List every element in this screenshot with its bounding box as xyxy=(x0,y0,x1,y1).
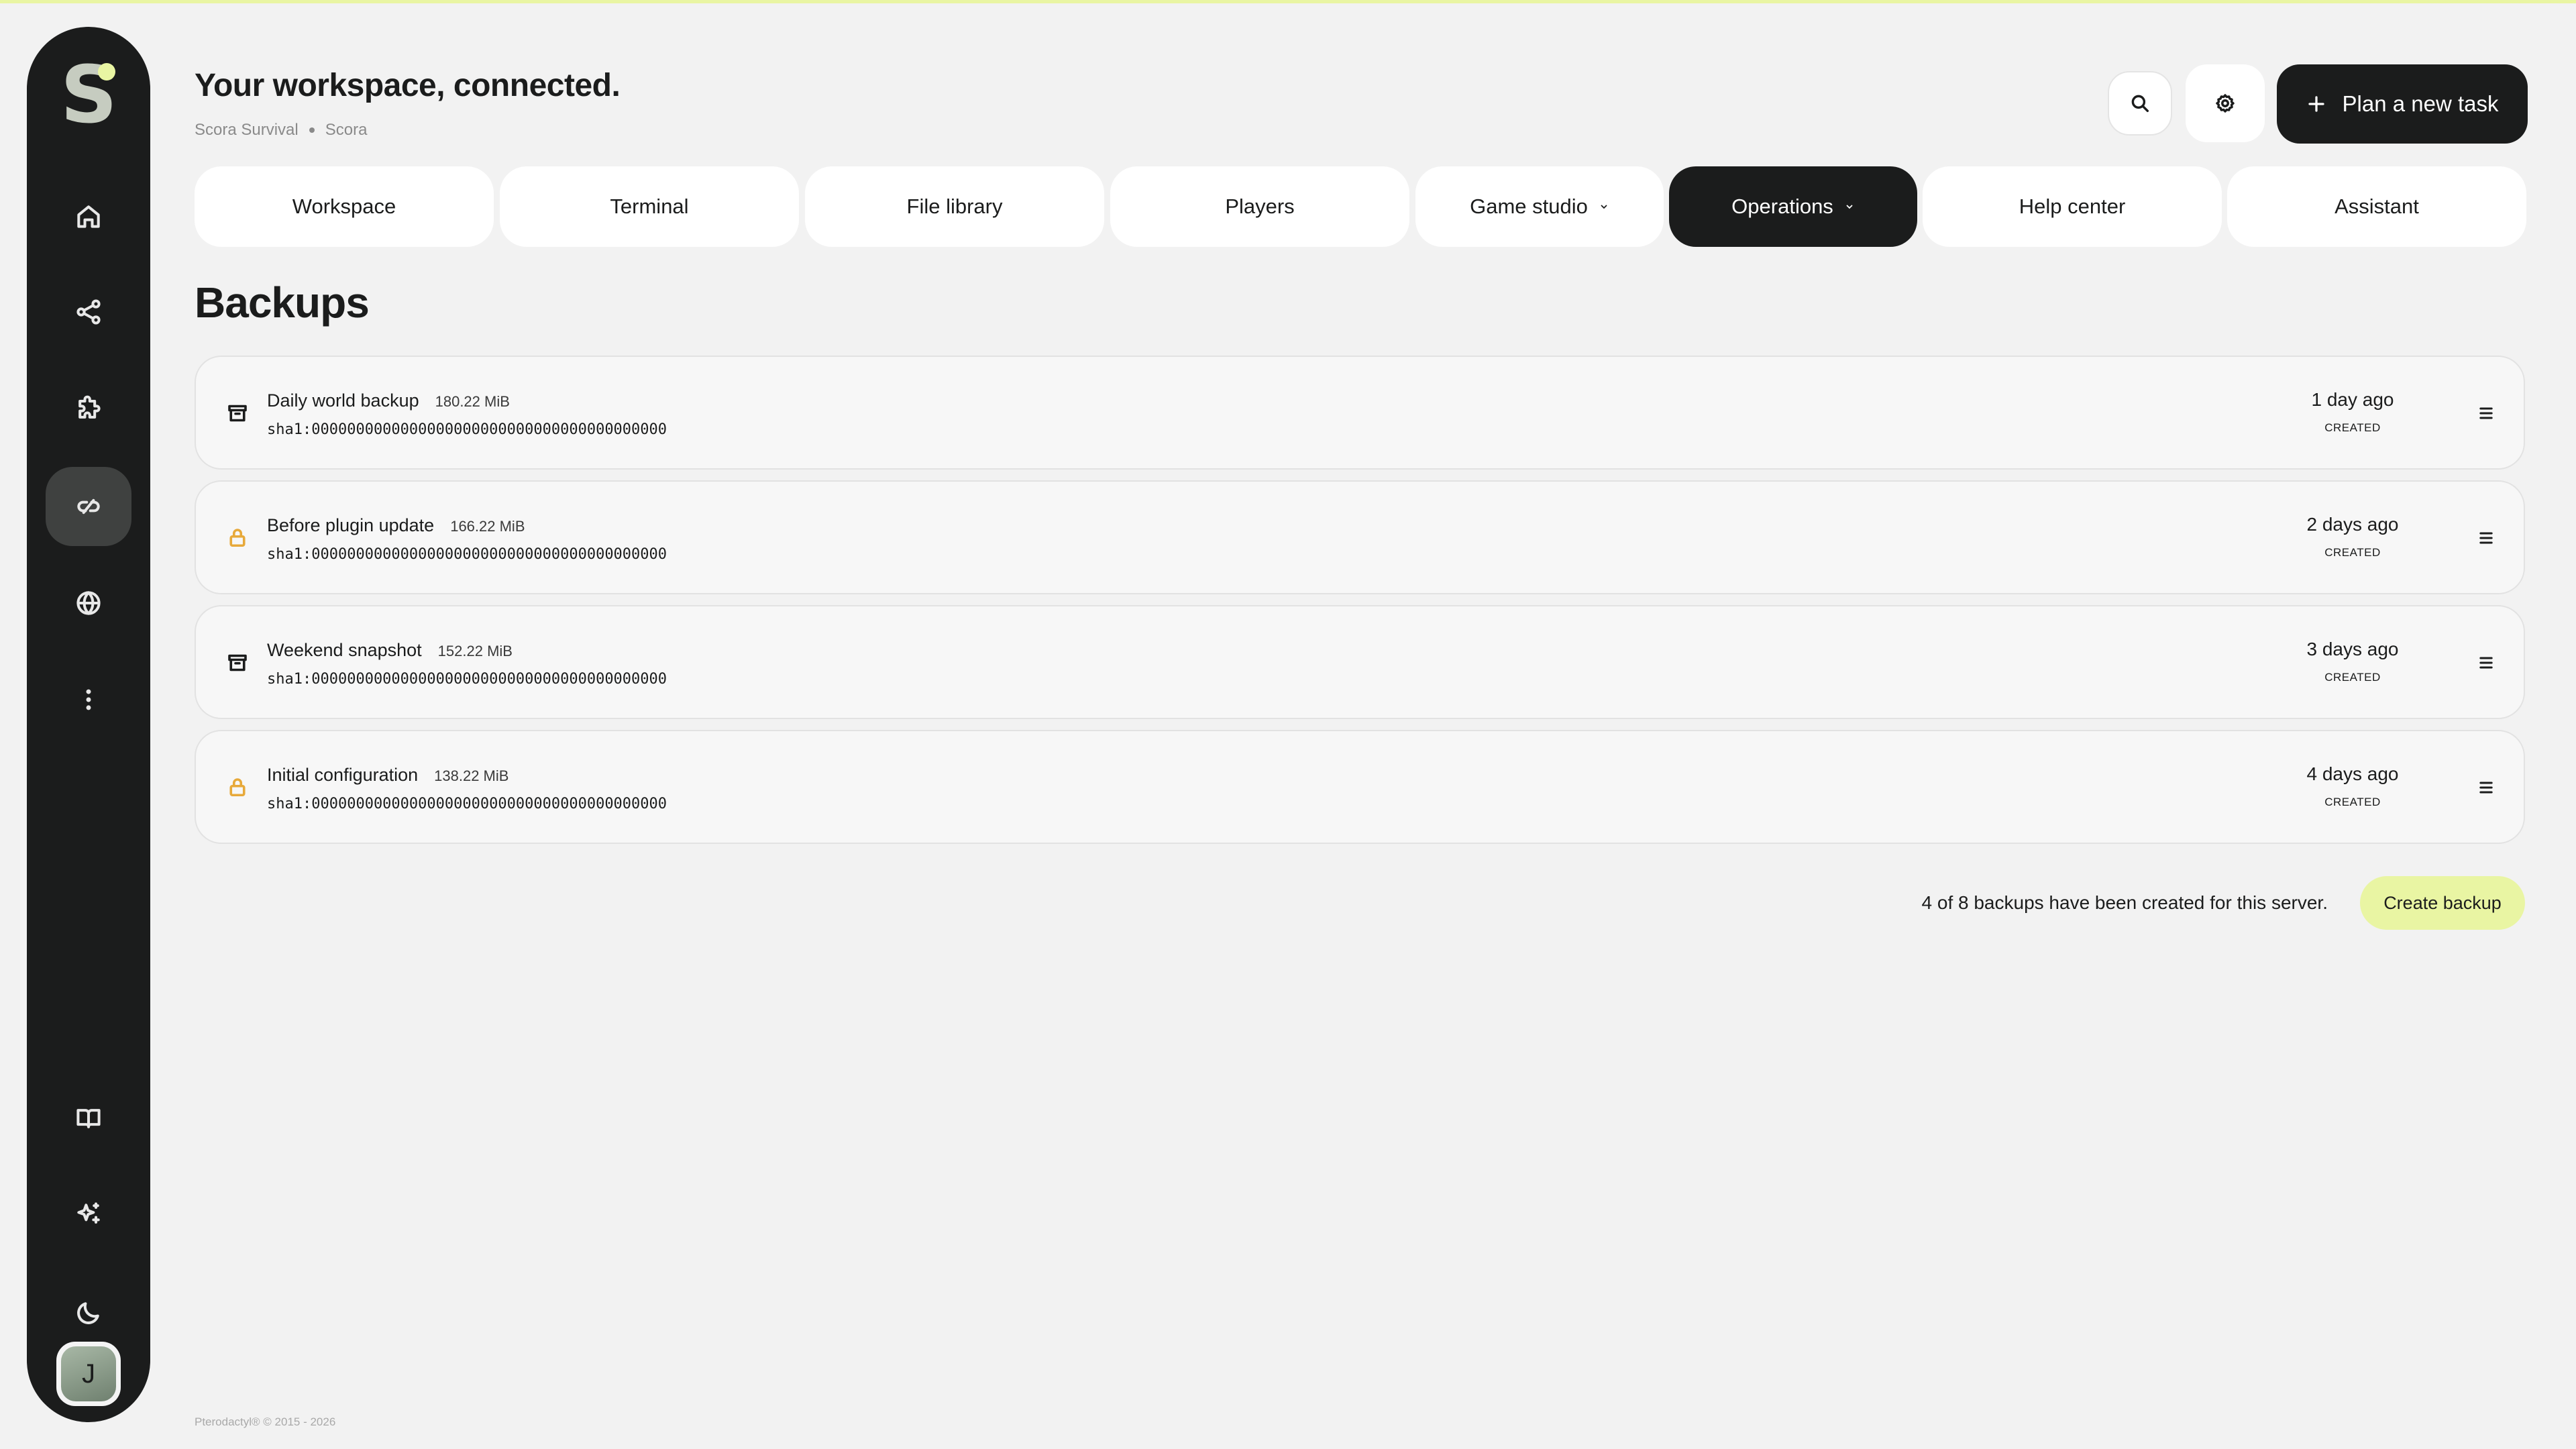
search-icon xyxy=(2131,95,2149,113)
tab-label: Help center xyxy=(2019,195,2126,218)
tab-label: Operations xyxy=(1731,195,1833,218)
backup-menu-button[interactable] xyxy=(2473,649,2500,676)
backup-size: 138.22 MiB xyxy=(434,767,509,784)
section-title: Backups xyxy=(195,278,370,327)
tab-help-center[interactable]: Help center xyxy=(1923,166,2222,247)
menu-icon xyxy=(2479,532,2493,544)
tab-game-studio[interactable]: Game studio xyxy=(1415,166,1664,247)
avatar: J xyxy=(61,1346,116,1401)
sidebar-item-links[interactable] xyxy=(46,467,131,546)
lock-icon xyxy=(225,775,250,800)
backup-created-time: 1 day ago xyxy=(2311,389,2394,410)
top-accent-line xyxy=(0,0,2576,3)
share-icon xyxy=(76,299,101,325)
settings-button[interactable] xyxy=(2186,64,2265,142)
backup-created-time: 3 days ago xyxy=(2306,639,2399,659)
page-title: Your workspace, connected. xyxy=(195,68,621,103)
user-avatar-button[interactable]: J xyxy=(56,1342,121,1406)
sidebar-item-docs[interactable] xyxy=(46,1079,131,1158)
tab-label: Terminal xyxy=(610,195,689,218)
backup-name: Initial configuration 138.22 MiB xyxy=(267,765,508,786)
backup-status: CREATED xyxy=(2324,546,2381,559)
sidebar-item-plugins[interactable] xyxy=(46,369,131,448)
globe-icon xyxy=(76,591,101,615)
sidebar-item-network[interactable] xyxy=(46,564,131,643)
backup-status: CREATED xyxy=(2324,421,2381,434)
backup-row[interactable]: Initial configuration 138.22 MiB sha1:00… xyxy=(195,730,2525,844)
tab-label: Game studio xyxy=(1470,195,1588,218)
sidebar-item-share[interactable] xyxy=(46,272,131,352)
backup-status: CREATED xyxy=(2324,796,2381,808)
lock-icon xyxy=(225,526,250,550)
backup-name: Before plugin update 166.22 MiB xyxy=(267,515,525,536)
plus-icon xyxy=(2308,96,2324,112)
tab-assistant[interactable]: Assistant xyxy=(2227,166,2526,247)
tab-workspace[interactable]: Workspace xyxy=(195,166,494,247)
tab-label: File library xyxy=(906,195,1003,218)
gear-icon xyxy=(2216,94,2235,113)
backup-menu-button[interactable] xyxy=(2473,525,2500,551)
chevron-down-icon xyxy=(1601,205,1607,209)
backup-size: 166.22 MiB xyxy=(450,518,525,535)
backup-name: Daily world backup 180.22 MiB xyxy=(267,390,510,411)
backup-menu-button[interactable] xyxy=(2473,400,2500,427)
sparkles-icon xyxy=(77,1202,100,1224)
backup-size: 152.22 MiB xyxy=(437,643,513,659)
menu-icon xyxy=(2479,657,2493,669)
tab-label: Assistant xyxy=(2334,195,2419,218)
create-backup-button[interactable]: Create backup xyxy=(2360,876,2525,930)
tab-file-library[interactable]: File library xyxy=(805,166,1104,247)
sidebar-item-theme[interactable] xyxy=(46,1273,131,1352)
archive-icon xyxy=(225,651,250,675)
backup-checksum: sha1:00000000000000000000000000000000000… xyxy=(267,546,667,563)
backup-size: 180.22 MiB xyxy=(435,393,510,410)
archive-icon xyxy=(225,401,250,425)
backup-summary: 4 of 8 backups have been created for thi… xyxy=(1921,892,2328,913)
backup-name-text: Before plugin update xyxy=(267,515,435,535)
backup-name-text: Daily world backup xyxy=(267,390,419,411)
backup-checksum: sha1:00000000000000000000000000000000000… xyxy=(267,796,667,812)
puzzle-icon xyxy=(78,395,101,419)
backup-name: Weekend snapshot 152.22 MiB xyxy=(267,640,513,661)
brand-logo[interactable]: S xyxy=(60,55,117,134)
link-icon xyxy=(77,498,100,515)
tab-terminal[interactable]: Terminal xyxy=(500,166,799,247)
backup-name-text: Weekend snapshot xyxy=(267,640,422,660)
breadcrumb-server[interactable]: Scora Survival xyxy=(195,121,299,140)
tab-label: Workspace xyxy=(292,195,396,218)
backup-status: CREATED xyxy=(2324,671,2381,684)
plan-new-task-button[interactable]: Plan a new task xyxy=(2277,64,2528,144)
search-button[interactable] xyxy=(2108,71,2172,136)
backup-created-time: 4 days ago xyxy=(2306,763,2399,784)
backup-created-time: 2 days ago xyxy=(2306,514,2399,535)
tab-operations[interactable]: Operations xyxy=(1669,166,1917,247)
backup-row[interactable]: Before plugin update 166.22 MiB sha1:000… xyxy=(195,480,2525,594)
backup-row[interactable]: Daily world backup 180.22 MiB sha1:00000… xyxy=(195,356,2525,470)
sidebar: S J xyxy=(27,27,150,1422)
footer-copyright: Pterodactyl® © 2015 - 2026 xyxy=(195,1415,336,1428)
sidebar-item-more[interactable] xyxy=(46,660,131,739)
home-icon xyxy=(77,205,100,228)
logo-dot xyxy=(98,63,115,80)
backup-checksum: sha1:00000000000000000000000000000000000… xyxy=(267,421,667,438)
breadcrumb: Scora Survival Scora xyxy=(195,121,367,140)
moon-icon xyxy=(77,1302,99,1324)
book-icon xyxy=(76,1109,101,1128)
menu-icon xyxy=(2479,407,2493,419)
breadcrumb-separator xyxy=(309,127,315,133)
plan-new-task-label: Plan a new task xyxy=(2342,91,2499,116)
breadcrumb-owner[interactable]: Scora xyxy=(325,121,368,140)
chevron-down-icon xyxy=(1846,205,1853,209)
tab-players[interactable]: Players xyxy=(1110,166,1409,247)
backup-checksum: sha1:00000000000000000000000000000000000… xyxy=(267,671,667,688)
sidebar-item-ai[interactable] xyxy=(46,1175,131,1254)
backup-name-text: Initial configuration xyxy=(267,765,419,785)
tab-label: Players xyxy=(1225,195,1295,218)
backup-menu-button[interactable] xyxy=(2473,774,2500,801)
more-vertical-icon xyxy=(86,689,91,710)
menu-icon xyxy=(2479,782,2493,794)
backup-row[interactable]: Weekend snapshot 152.22 MiB sha1:0000000… xyxy=(195,605,2525,719)
sidebar-item-home[interactable] xyxy=(46,177,131,256)
